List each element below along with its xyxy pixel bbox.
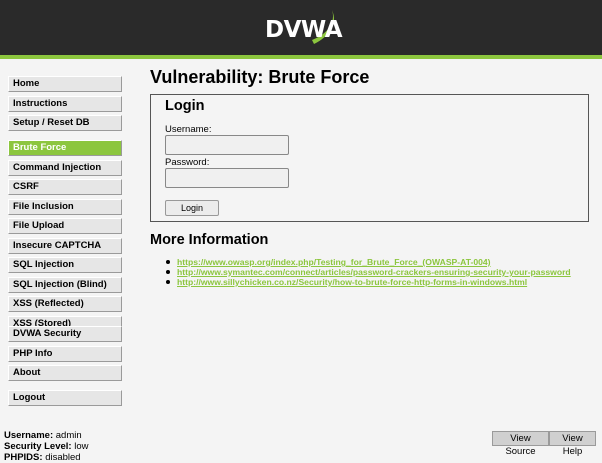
status-phpids: PHPIDS: disabled (4, 452, 81, 463)
menu-group-settings: DVWA Security PHP Info About (8, 326, 122, 385)
login-button[interactable]: Login (165, 200, 219, 216)
menu-item-about[interactable]: About (8, 365, 122, 381)
symantec-link[interactable]: http://www.symantec.com/connect/articles… (177, 267, 571, 277)
password-input[interactable] (165, 168, 289, 188)
list-item: http://www.sillychicken.co.nz/Security/h… (162, 277, 571, 287)
page-title: Vulnerability: Brute Force (150, 67, 370, 87)
view-help-button[interactable]: View Help (549, 431, 596, 457)
menu-item-instructions[interactable]: Instructions (8, 95, 122, 112)
menu-item-command-injection[interactable]: Command Injection (8, 159, 122, 176)
menu-item-setup-reset-db[interactable]: Setup / Reset DB (8, 115, 122, 131)
header-accent-stripe (0, 55, 602, 59)
password-label: Password: (165, 157, 210, 168)
menu-item-logout[interactable]: Logout (8, 390, 122, 406)
menu-item-brute-force[interactable]: Brute Force (8, 140, 122, 156)
login-heading: Login (165, 98, 205, 114)
more-info-list: https://www.owasp.org/index.php/Testing_… (162, 257, 571, 287)
menu-item-sql-injection[interactable]: SQL Injection (8, 257, 122, 273)
status-security-level: Security Level: low (4, 441, 89, 452)
logo-text: DVWA (265, 17, 343, 43)
sillychicken-link[interactable]: http://www.sillychicken.co.nz/Security/h… (177, 277, 527, 287)
menu-item-dvwa-security[interactable]: DVWA Security (8, 326, 122, 342)
login-form-box: Login Username: Password: Login (150, 94, 589, 222)
view-source-button[interactable]: View Source (492, 431, 549, 457)
list-item: http://www.symantec.com/connect/articles… (162, 267, 571, 277)
menu-group-general: Home Instructions Setup / Reset DB (8, 76, 122, 135)
menu-item-home[interactable]: Home (8, 76, 122, 92)
menu-group-vulnerabilities: Brute Force Command Injection CSRF File … (8, 140, 122, 335)
dvwa-logo[interactable]: DVWA (262, 6, 343, 50)
menu-group-logout: Logout (8, 390, 122, 410)
status-username: Username: admin (4, 430, 82, 441)
header-bar: DVWA (0, 0, 602, 55)
username-label: Username: (165, 124, 212, 135)
more-info-heading: More Information (150, 232, 269, 248)
menu-item-php-info[interactable]: PHP Info (8, 345, 122, 362)
status-info: Username: admin Security Level: low PHPI… (4, 430, 89, 463)
menu-item-xss-reflected[interactable]: XSS (Reflected) (8, 296, 122, 312)
menu-item-sql-injection-blind[interactable]: SQL Injection (Blind) (8, 276, 122, 293)
menu-item-file-inclusion[interactable]: File Inclusion (8, 198, 122, 215)
menu-item-insecure-captcha[interactable]: Insecure CAPTCHA (8, 237, 122, 254)
username-input[interactable] (165, 135, 289, 155)
menu-item-csrf[interactable]: CSRF (8, 179, 122, 195)
owasp-link[interactable]: https://www.owasp.org/index.php/Testing_… (177, 257, 491, 267)
menu-item-file-upload[interactable]: File Upload (8, 218, 122, 234)
list-item: https://www.owasp.org/index.php/Testing_… (162, 257, 571, 267)
